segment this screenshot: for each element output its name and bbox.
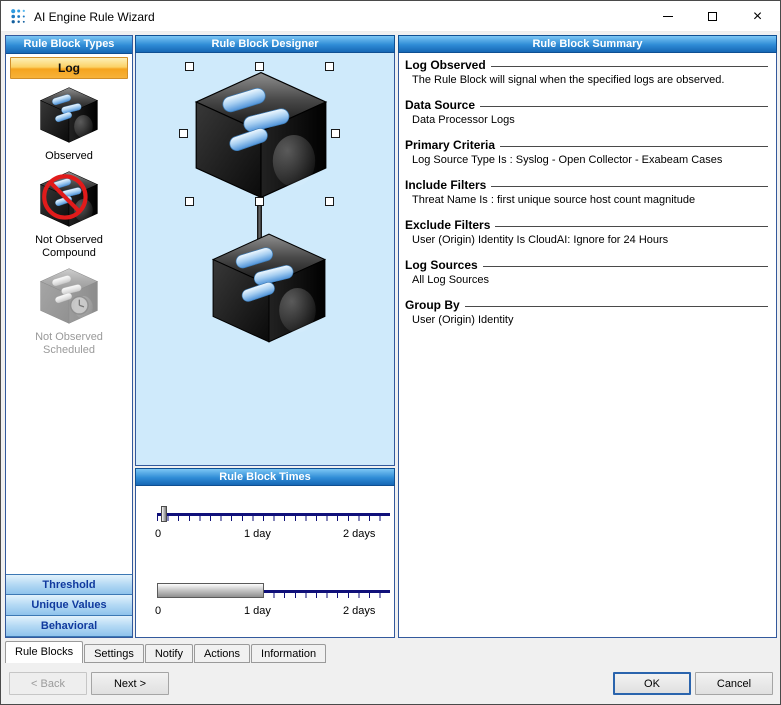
rule-block-summary-panel: Rule Block Summary Log Observed The Rule… bbox=[398, 35, 777, 638]
selection-handle-bottom-mid[interactable] bbox=[255, 197, 264, 206]
summary-section-exclude-filters: Exclude Filters User (Origin) Identity I… bbox=[405, 218, 768, 246]
next-button[interactable]: Next > bbox=[91, 672, 169, 695]
section-title: Primary Criteria bbox=[405, 138, 495, 152]
rule-block-designer-header: Rule Block Designer bbox=[135, 35, 395, 53]
designer-panel: Rule Block Designer Rule Block Times 0 bbox=[135, 35, 395, 638]
category-button-behavioral[interactable]: Behavioral bbox=[6, 616, 132, 637]
slider-2-label-0: 0 bbox=[155, 605, 161, 617]
type-item-not-observed-scheduled: Not Observed Scheduled bbox=[6, 267, 132, 357]
maximize-button[interactable] bbox=[690, 1, 735, 32]
close-button[interactable]: × bbox=[735, 1, 780, 32]
type-item-not-observed-compound[interactable]: Not Observed Compound bbox=[6, 170, 132, 260]
section-title: Log Sources bbox=[405, 258, 478, 272]
section-title: Include Filters bbox=[405, 178, 486, 192]
summary-section-primary-criteria: Primary Criteria Log Source Type Is : Sy… bbox=[405, 138, 768, 166]
selection-handle-bottom-left[interactable] bbox=[185, 197, 194, 206]
window-controls: × bbox=[645, 1, 780, 32]
titlebar: AI Engine Rule Wizard × bbox=[1, 1, 780, 32]
time-slider-2-range-bar[interactable] bbox=[157, 583, 264, 598]
section-text: Threat Name Is : first unique source hos… bbox=[412, 194, 768, 206]
tab-actions[interactable]: Actions bbox=[194, 644, 250, 663]
slider-1-label-1day: 1 day bbox=[244, 528, 271, 540]
tab-rule-blocks[interactable]: Rule Blocks bbox=[5, 641, 83, 663]
section-text: User (Origin) Identity Is CloudAI: Ignor… bbox=[412, 234, 768, 246]
slider-1-label-2days: 2 days bbox=[343, 528, 375, 540]
section-title: Group By bbox=[405, 298, 460, 312]
category-button-unique-values[interactable]: Unique Values bbox=[6, 595, 132, 616]
tab-information[interactable]: Information bbox=[251, 644, 326, 663]
design-canvas[interactable] bbox=[135, 53, 395, 466]
type-item-observed[interactable]: Observed bbox=[6, 86, 132, 163]
selection-handle-top-mid[interactable] bbox=[255, 62, 264, 71]
selection-handle-bottom-right[interactable] bbox=[325, 197, 334, 206]
selection-handle-top-left[interactable] bbox=[185, 62, 194, 71]
window-title: AI Engine Rule Wizard bbox=[34, 10, 155, 24]
type-item-label: Not Observed Compound bbox=[17, 234, 121, 260]
slider-1-label-0: 0 bbox=[155, 528, 161, 540]
not-observed-cube-icon bbox=[38, 170, 100, 228]
rule-block-cube-selected[interactable] bbox=[188, 69, 334, 201]
selection-handle-mid-left[interactable] bbox=[179, 129, 188, 138]
rule-block-times-area: 0 1 day 2 days 0 1 day 2 days bbox=[135, 486, 395, 638]
spacer bbox=[6, 357, 132, 574]
rule-block-times-header: Rule Block Times bbox=[135, 468, 395, 486]
rule-block-cube-secondary[interactable] bbox=[208, 229, 330, 347]
observed-cube-icon bbox=[38, 86, 100, 144]
app-logo-icon bbox=[10, 8, 27, 25]
slider-2-label-1day: 1 day bbox=[244, 605, 271, 617]
time-slider-1-ticks bbox=[157, 516, 390, 521]
section-text: All Log Sources bbox=[412, 274, 768, 286]
section-text: Data Processor Logs bbox=[412, 114, 768, 126]
section-title: Data Source bbox=[405, 98, 475, 112]
selection-handle-top-right[interactable] bbox=[325, 62, 334, 71]
category-button-threshold[interactable]: Threshold bbox=[6, 574, 132, 595]
rule-block-types-header: Rule Block Types bbox=[6, 36, 132, 54]
section-text: User (Origin) Identity bbox=[412, 314, 768, 326]
maximize-icon bbox=[708, 12, 717, 21]
back-button: < Back bbox=[9, 672, 87, 695]
rule-block-summary-header: Rule Block Summary bbox=[398, 35, 777, 53]
selection-handle-mid-right[interactable] bbox=[331, 129, 340, 138]
summary-section-group-by: Group By User (Origin) Identity bbox=[405, 298, 768, 326]
summary-section-log-observed: Log Observed The Rule Block will signal … bbox=[405, 58, 768, 86]
summary-section-log-sources: Log Sources All Log Sources bbox=[405, 258, 768, 286]
summary-section-data-source: Data Source Data Processor Logs bbox=[405, 98, 768, 126]
log-category-button[interactable]: Log bbox=[10, 57, 128, 79]
tab-notify[interactable]: Notify bbox=[145, 644, 193, 663]
summary-section-include-filters: Include Filters Threat Name Is : first u… bbox=[405, 178, 768, 206]
ok-button[interactable]: OK bbox=[613, 672, 691, 695]
cancel-button[interactable]: Cancel bbox=[695, 672, 773, 695]
minimize-button[interactable] bbox=[645, 1, 690, 32]
section-title: Log Observed bbox=[405, 58, 486, 72]
minimize-icon bbox=[663, 16, 673, 17]
type-item-label: Observed bbox=[17, 150, 121, 163]
close-icon: × bbox=[753, 9, 762, 25]
slider-2-label-2days: 2 days bbox=[343, 605, 375, 617]
bottom-tabbar: Rule Blocks Settings Notify Actions Info… bbox=[5, 641, 327, 663]
type-item-label: Not Observed Scheduled bbox=[17, 331, 121, 357]
rule-block-types-panel: Rule Block Types Log Observed Not Observ… bbox=[5, 35, 133, 638]
rule-wizard-window: AI Engine Rule Wizard × Rule Block Types… bbox=[0, 0, 781, 705]
tab-settings[interactable]: Settings bbox=[84, 644, 144, 663]
time-slider-1-thumb[interactable] bbox=[161, 506, 167, 522]
summary-body: Log Observed The Rule Block will signal … bbox=[398, 53, 777, 638]
section-text: Log Source Type Is : Syslog - Open Colle… bbox=[412, 154, 768, 166]
section-title: Exclude Filters bbox=[405, 218, 490, 232]
scheduled-cube-clock-icon bbox=[38, 267, 100, 325]
section-text: The Rule Block will signal when the spec… bbox=[412, 74, 768, 86]
